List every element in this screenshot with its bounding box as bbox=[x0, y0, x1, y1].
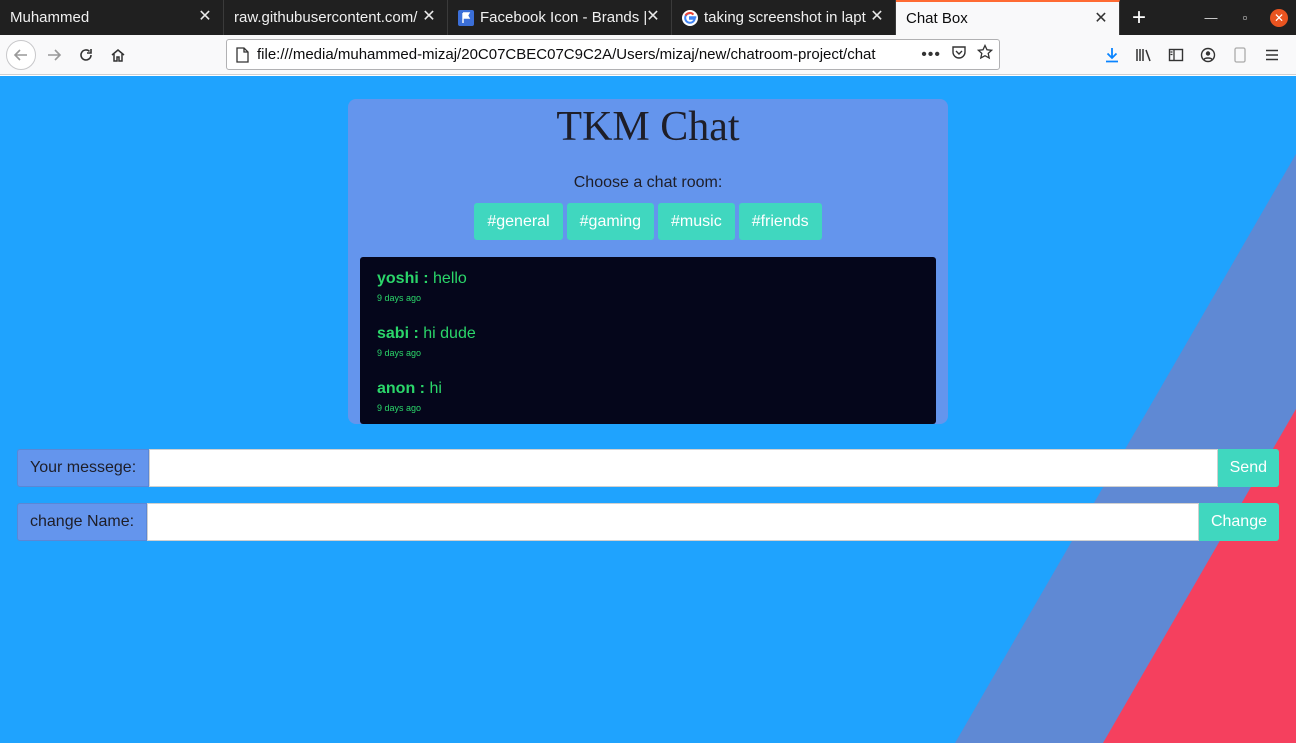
url-bar[interactable]: file:///media/muhammed-mizaj/20C07CBEC07… bbox=[226, 39, 1000, 70]
message-time: 9 days ago bbox=[377, 293, 422, 303]
name-label: change Name: bbox=[17, 503, 148, 541]
room-friends-button[interactable]: #friends bbox=[738, 203, 822, 240]
more-actions-icon[interactable]: ••• bbox=[921, 46, 941, 64]
message-author: sabi : bbox=[377, 325, 419, 342]
room-music-button[interactable]: #music bbox=[658, 203, 735, 240]
sidebar-button[interactable] bbox=[1160, 39, 1192, 71]
forward-button[interactable] bbox=[38, 39, 70, 71]
tab-bar: Muhammed ✕ raw.githubusercontent.com/ ✕ … bbox=[0, 0, 1296, 35]
tab-chat-box[interactable]: Chat Box ✕ bbox=[896, 0, 1120, 35]
tab-title: raw.githubusercontent.com/ bbox=[234, 9, 418, 26]
tab-muhammed[interactable]: Muhammed ✕ bbox=[0, 0, 224, 35]
room-prompt: Choose a chat room: bbox=[573, 174, 723, 191]
send-button[interactable]: Send bbox=[1217, 449, 1279, 487]
account-button[interactable] bbox=[1192, 39, 1224, 71]
message-author: anon : bbox=[377, 380, 425, 397]
message-text: hello bbox=[433, 270, 467, 287]
chat-card: TKM Chat Choose a chat room: #general #g… bbox=[348, 99, 948, 424]
menu-button[interactable] bbox=[1256, 39, 1288, 71]
chat-message: yoshi : hello 9 days ago bbox=[377, 269, 919, 324]
chat-messages: yoshi : hello 9 days ago sabi : hi dude … bbox=[360, 257, 936, 424]
message-line: yoshi : hello bbox=[377, 269, 919, 289]
message-text: hi dude bbox=[423, 325, 476, 342]
responsive-design-button[interactable] bbox=[1224, 39, 1256, 71]
page-viewport: TKM Chat Choose a chat room: #general #g… bbox=[0, 76, 1296, 743]
home-icon bbox=[111, 49, 125, 62]
tab-title: Facebook Icon - Brands | bbox=[480, 9, 648, 26]
flag-icon bbox=[458, 9, 474, 26]
close-icon[interactable]: ✕ bbox=[1093, 11, 1109, 27]
sidebar-icon bbox=[1168, 48, 1184, 62]
tab-title: Muhammed bbox=[10, 9, 90, 26]
name-input[interactable] bbox=[147, 503, 1199, 541]
room-general-button[interactable]: #general bbox=[474, 203, 563, 240]
message-form: Your messege: Send bbox=[17, 449, 1279, 487]
close-icon[interactable]: ✕ bbox=[869, 9, 885, 25]
message-line: anon : hi bbox=[377, 379, 919, 399]
restore-icon[interactable]: ▫ bbox=[1228, 0, 1262, 35]
hamburger-menu-icon bbox=[1266, 49, 1278, 61]
message-line: sabi : hi dude bbox=[377, 324, 919, 344]
close-icon: ✕ bbox=[1270, 8, 1288, 27]
tab-google-search[interactable]: taking screenshot in lapt ✕ bbox=[672, 0, 896, 35]
message-label: Your messege: bbox=[17, 449, 150, 487]
reload-button[interactable] bbox=[70, 39, 102, 71]
library-button[interactable] bbox=[1128, 39, 1160, 71]
library-icon bbox=[1136, 49, 1151, 62]
room-gaming-button[interactable]: #gaming bbox=[566, 203, 655, 240]
window-close-button[interactable]: ✕ bbox=[1262, 0, 1296, 35]
mobile-device-icon bbox=[1234, 47, 1246, 63]
navigation-bar: file:///media/muhammed-mizaj/20C07CBEC07… bbox=[0, 35, 1296, 75]
account-icon bbox=[1200, 47, 1216, 63]
back-arrow-icon bbox=[6, 40, 36, 70]
message-time: 9 days ago bbox=[377, 348, 422, 358]
google-icon bbox=[682, 9, 698, 26]
reload-icon bbox=[80, 49, 92, 61]
toolbar-icons bbox=[1096, 39, 1288, 71]
message-text: hi bbox=[429, 380, 442, 397]
url-actions: ••• bbox=[921, 43, 999, 65]
pocket-icon[interactable] bbox=[951, 44, 967, 65]
tab-title: taking screenshot in lapt bbox=[704, 9, 866, 26]
tab-githubusercontent[interactable]: raw.githubusercontent.com/ ✕ bbox=[224, 0, 448, 35]
chat-message: anon : hi 9 days ago bbox=[377, 379, 919, 434]
minimize-icon[interactable]: — bbox=[1194, 0, 1228, 35]
close-icon[interactable]: ✕ bbox=[421, 9, 437, 25]
new-tab-button[interactable]: + bbox=[1120, 0, 1158, 35]
name-form: change Name: Change bbox=[17, 503, 1279, 541]
forward-arrow-icon bbox=[48, 49, 62, 61]
bookmark-star-icon[interactable] bbox=[976, 43, 994, 65]
close-icon[interactable]: ✕ bbox=[197, 9, 213, 25]
download-icon bbox=[1106, 48, 1118, 63]
chat-message: sabi : hi dude 9 days ago bbox=[377, 324, 919, 379]
message-author: yoshi : bbox=[377, 270, 429, 287]
message-time: 9 days ago bbox=[377, 403, 422, 413]
message-input[interactable] bbox=[149, 449, 1218, 487]
window-controls: — ▫ ✕ bbox=[1194, 0, 1296, 35]
url-text[interactable]: file:///media/muhammed-mizaj/20C07CBEC07… bbox=[257, 46, 913, 63]
tab-facebook-icon[interactable]: Facebook Icon - Brands | ✕ bbox=[448, 0, 672, 35]
tab-title: Chat Box bbox=[906, 10, 968, 27]
page-info-icon[interactable] bbox=[235, 46, 249, 63]
change-name-button[interactable]: Change bbox=[1198, 503, 1279, 541]
downloads-button[interactable] bbox=[1096, 39, 1128, 71]
page-title: TKM Chat bbox=[556, 104, 740, 150]
close-icon[interactable]: ✕ bbox=[645, 9, 661, 25]
back-button[interactable] bbox=[5, 39, 37, 71]
room-buttons: #general #gaming #music #friends bbox=[348, 203, 948, 240]
home-button[interactable] bbox=[102, 39, 134, 71]
